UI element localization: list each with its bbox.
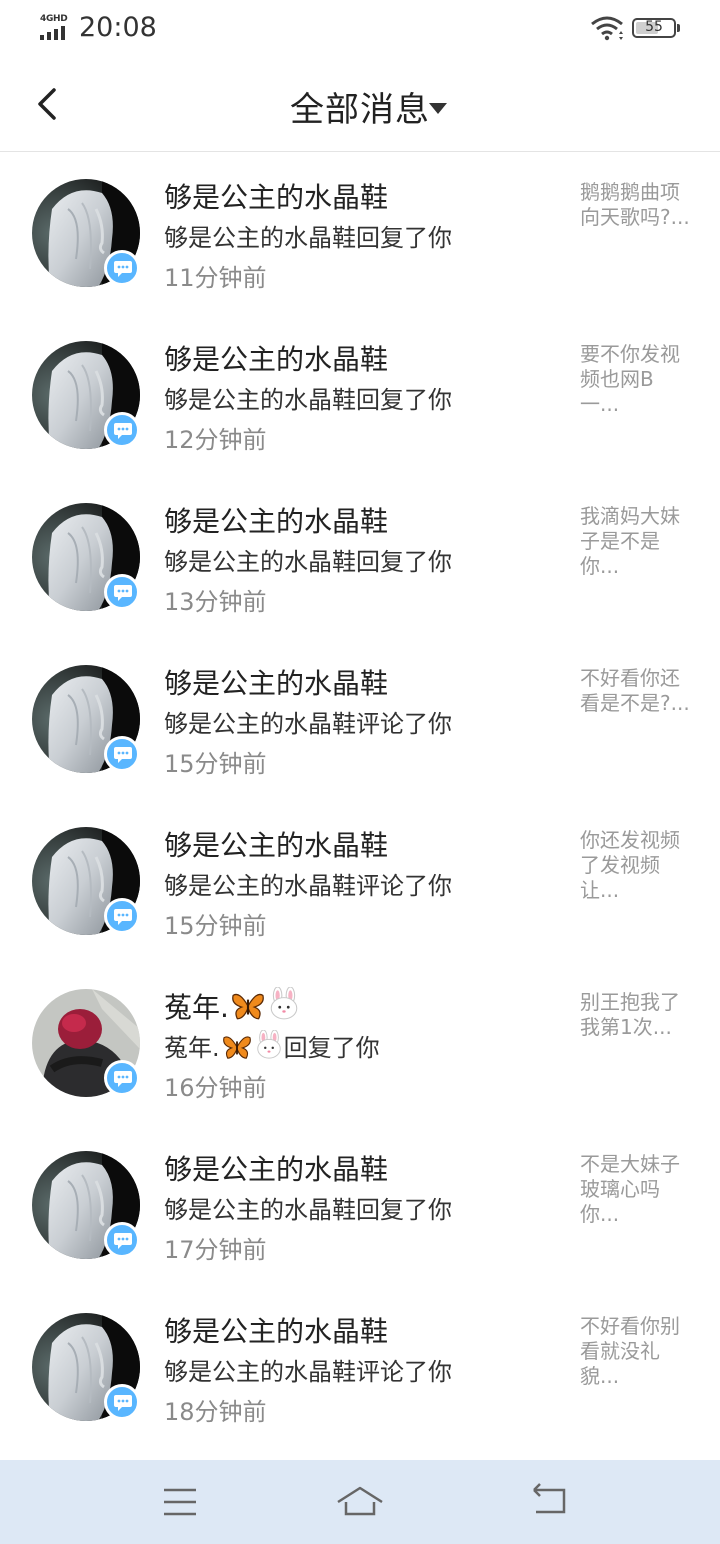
timestamp: 12分钟前	[164, 426, 267, 454]
chat-bubble-icon	[104, 1060, 140, 1096]
sender-name-text: 菟年.	[164, 991, 229, 1024]
action-text: 够是公主的水晶鞋回复了你	[164, 548, 452, 576]
system-nav-bar	[0, 1460, 720, 1544]
sender-name[interactable]: 够是公主的水晶鞋	[164, 662, 388, 702]
rabbit-icon	[254, 1030, 284, 1060]
wifi-icon	[590, 15, 626, 41]
action-text: 够是公主的水晶鞋回复了你	[164, 224, 452, 252]
action-text: 菟年. 回复了你	[164, 1028, 380, 1063]
chat-bubble-icon	[104, 250, 140, 286]
preview-snippet[interactable]: 别王抱我了 我第1次...	[580, 990, 692, 1040]
butterfly-icon	[222, 1034, 252, 1060]
message-item[interactable]: 够是公主的水晶鞋 够是公主的水晶鞋评论了你 15分钟前 不好看你还看是不是?..…	[0, 638, 720, 800]
preview-snippet[interactable]: 要不你发视频也网B一...	[580, 342, 692, 417]
preview-snippet[interactable]: 你还发视频了发视频让...	[580, 828, 692, 903]
action-text: 够是公主的水晶鞋回复了你	[164, 1196, 452, 1224]
message-item[interactable]: 够是公主的水晶鞋 够是公主的水晶鞋回复了你 13分钟前 我滴妈大妹子是不是你..…	[0, 476, 720, 638]
chat-bubble-icon	[104, 412, 140, 448]
battery-icon: 55	[632, 18, 680, 40]
back-icon[interactable]	[520, 1480, 580, 1524]
preview-snippet[interactable]: 我滴妈大妹子是不是你...	[580, 504, 692, 579]
battery-level: 55	[645, 19, 663, 35]
home-icon[interactable]	[330, 1480, 390, 1524]
preview-snippet[interactable]: 不好看你别看就没礼貌...	[580, 1314, 692, 1389]
sender-name[interactable]: 菟年.	[164, 986, 301, 1026]
action-sender: 菟年.	[164, 1034, 220, 1062]
chat-bubble-icon	[104, 1222, 140, 1258]
sender-name[interactable]: 够是公主的水晶鞋	[164, 500, 388, 540]
clock: 20:08	[79, 12, 157, 43]
network-type: 4GHD	[40, 14, 68, 24]
message-item[interactable]: 够是公主的水晶鞋 够是公主的水晶鞋评论了你 18分钟前 不好看你别看就没礼貌..…	[0, 1286, 720, 1448]
cellular-signal-icon: 4GHD	[40, 14, 72, 40]
chat-bubble-icon	[104, 1384, 140, 1420]
preview-snippet[interactable]: 不是大妹子玻璃心吗你...	[580, 1152, 692, 1227]
chat-bubble-icon	[104, 898, 140, 934]
timestamp: 13分钟前	[164, 588, 267, 616]
title-dropdown[interactable]: 全部消息	[0, 82, 720, 131]
sender-name[interactable]: 够是公主的水晶鞋	[164, 1148, 388, 1188]
action-text: 够是公主的水晶鞋评论了你	[164, 1358, 452, 1386]
timestamp: 18分钟前	[164, 1398, 267, 1426]
timestamp: 11分钟前	[164, 264, 267, 292]
timestamp: 15分钟前	[164, 750, 267, 778]
message-item[interactable]: 够是公主的水晶鞋 够是公主的水晶鞋回复了你 11分钟前 鹅鹅鹅曲项向天歌吗?..…	[0, 152, 720, 314]
sender-name[interactable]: 够是公主的水晶鞋	[164, 338, 388, 378]
rabbit-icon	[267, 987, 301, 1021]
message-item[interactable]: 够是公主的水晶鞋 够是公主的水晶鞋回复了你 17分钟前 不是大妹子玻璃心吗你..…	[0, 1124, 720, 1286]
preview-snippet[interactable]: 鹅鹅鹅曲项向天歌吗?...	[580, 180, 692, 230]
chat-bubble-icon	[104, 736, 140, 772]
page-title[interactable]: 全部消息	[290, 90, 430, 130]
sender-name[interactable]: 够是公主的水晶鞋	[164, 1310, 388, 1350]
chevron-down-icon[interactable]	[429, 100, 447, 114]
title-bar: 全部消息	[0, 58, 720, 152]
action-verb: 回复了你	[283, 1034, 380, 1062]
preview-snippet[interactable]: 不好看你还看是不是?...	[580, 666, 692, 716]
action-text: 够是公主的水晶鞋回复了你	[164, 386, 452, 414]
timestamp: 17分钟前	[164, 1236, 267, 1264]
chat-bubble-icon	[104, 574, 140, 610]
timestamp: 15分钟前	[164, 912, 267, 940]
action-text: 够是公主的水晶鞋评论了你	[164, 710, 452, 738]
message-item[interactable]: 够是公主的水晶鞋 够是公主的水晶鞋评论了你 15分钟前 你还发视频了发视频让..…	[0, 800, 720, 962]
sender-name[interactable]: 够是公主的水晶鞋	[164, 176, 388, 216]
message-item[interactable]: 菟年. 菟年. 回复了你 16分钟前 别王抱我了 我第1次...	[0, 962, 720, 1124]
action-text: 够是公主的水晶鞋评论了你	[164, 872, 452, 900]
butterfly-icon	[231, 991, 265, 1021]
message-item[interactable]: 够是公主的水晶鞋 够是公主的水晶鞋回复了你 12分钟前 要不你发视频也网B一..…	[0, 314, 720, 476]
status-bar: 4GHD 20:08 55	[0, 0, 720, 58]
timestamp: 16分钟前	[164, 1074, 267, 1102]
sender-name[interactable]: 够是公主的水晶鞋	[164, 824, 388, 864]
menu-icon[interactable]	[150, 1480, 210, 1524]
